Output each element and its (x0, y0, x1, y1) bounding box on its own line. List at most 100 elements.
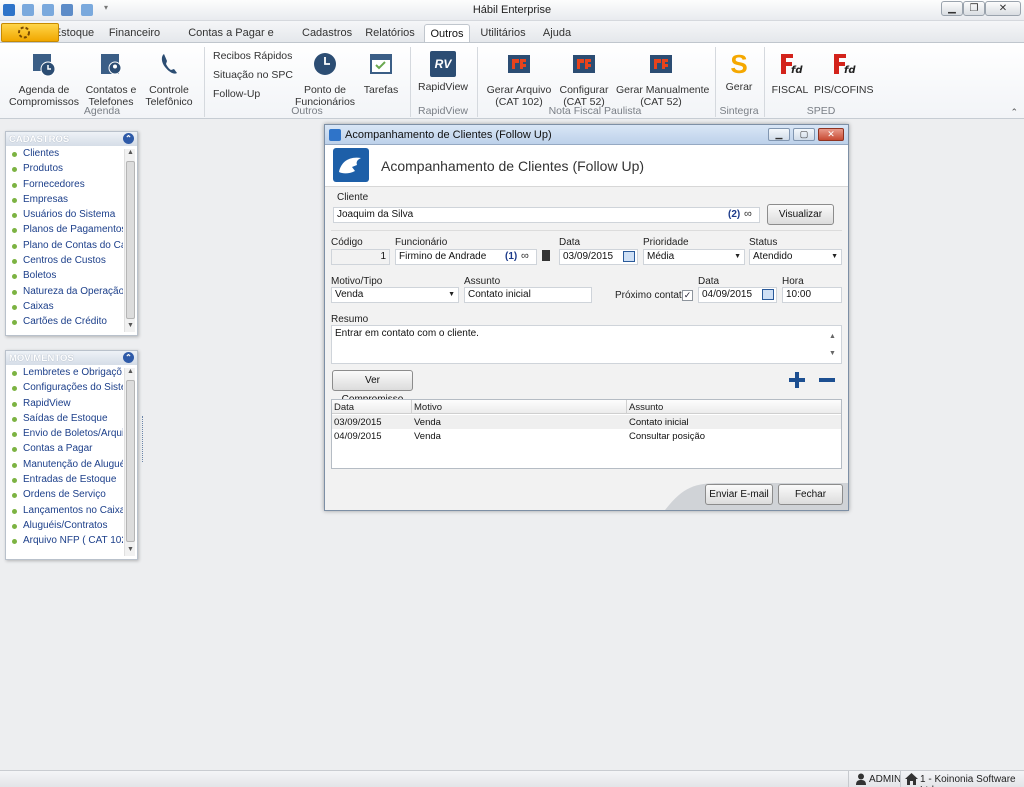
calendar-icon[interactable] (623, 251, 635, 262)
application-menu-button[interactable] (1, 23, 59, 42)
nfp-config-icon (573, 55, 595, 73)
minimize-button[interactable]: ▁ (941, 1, 963, 16)
grid-col-motivo[interactable]: Motivo (414, 402, 442, 413)
agenda-compromissos-button[interactable]: Agenda de Compromissos (8, 51, 80, 108)
gerar-arquivo-cat102-button[interactable]: Gerar Arquivo (CAT 102) (484, 51, 554, 108)
recibos-rapidos-button[interactable]: Recibos Rápidos (213, 50, 292, 62)
prioridade-select[interactable]: Média (643, 249, 745, 265)
configurar-cat52-button[interactable]: Configurar (CAT 52) (556, 51, 612, 108)
situacao-spc-button[interactable]: Situação no SPC (213, 69, 293, 81)
contatos-telefones-button[interactable]: Contatos e Telefones (84, 51, 138, 108)
follow-up-button[interactable]: Follow-Up (213, 88, 260, 100)
cadastros-item-clientes[interactable]: Clientes (6, 147, 123, 162)
table-row[interactable]: 04/09/2015 Venda Consultar posição (332, 429, 841, 443)
cadastros-item-plano-contas[interactable]: Plano de Contas do Ca... (6, 239, 123, 254)
movimentos-item-saidas-estoque[interactable]: Saídas de Estoque (6, 412, 123, 427)
grid-col-assunto[interactable]: Assunto (629, 402, 663, 413)
status-select[interactable]: Atendido (749, 249, 842, 265)
status-user: ADMIN (869, 774, 902, 785)
collapse-up-icon[interactable]: ⌃ (123, 133, 134, 144)
maximize-button[interactable]: ❐ (963, 1, 985, 16)
table-row[interactable]: 03/09/2015 Venda Contato inicial (332, 415, 841, 429)
cadastros-scrollbar[interactable]: ▲ ▼ (124, 149, 135, 332)
sintegra-icon: S (730, 49, 748, 79)
resumo-scrollbar[interactable]: ▲ ▼ (829, 328, 836, 362)
cadastros-item-natureza-operacao[interactable]: Natureza da Operação (6, 285, 123, 300)
movimentos-item-lembretes[interactable]: Lembretes e Obrigaçõ... (6, 366, 123, 381)
codigo-input[interactable]: 1 (331, 249, 390, 265)
scroll-down-icon[interactable]: ▼ (125, 546, 136, 556)
cadastros-item-caixas[interactable]: Caixas (6, 300, 123, 315)
calendar-icon[interactable] (762, 289, 774, 300)
movimentos-item-rapidview[interactable]: RapidView (6, 397, 123, 412)
sped-fiscal-button[interactable]: fd FISCAL (770, 51, 810, 96)
motivo-select[interactable]: Venda (331, 287, 459, 303)
scroll-up-icon[interactable]: ▲ (125, 368, 136, 378)
ver-compromisso-button[interactable]: Ver Compromisso (332, 370, 413, 405)
tab-outros[interactable]: Outros (424, 24, 470, 43)
visualizar-button[interactable]: Visualizar (767, 204, 834, 225)
cliente-input[interactable]: Joaquim da Silva (333, 207, 760, 223)
proximo-contato-checkbox[interactable]: ✓ (682, 290, 693, 301)
ribbon-collapse-icon[interactable]: ⌃ (1010, 107, 1018, 118)
controle-telefonico-button[interactable]: Controle Telefônico (142, 51, 196, 108)
scroll-thumb[interactable] (126, 380, 135, 542)
dialog-close-button[interactable]: ✕ (818, 128, 844, 141)
ponto-funcionarios-button[interactable]: Ponto de Funcionários (294, 51, 356, 108)
binoculars-icon[interactable]: ∞ (744, 208, 752, 220)
scroll-down-icon[interactable]: ▼ (125, 322, 136, 332)
assunto-input[interactable]: Contato inicial (464, 287, 592, 303)
cadastros-item-empresas[interactable]: Empresas (6, 193, 123, 208)
tab-contas-a-pagar-e-receber[interactable]: Contas a Pagar e Receber (175, 24, 287, 57)
movimentos-item-ordens-servico[interactable]: Ordens de Serviço (6, 488, 123, 503)
sped-pis-cofins-button[interactable]: fd PIS/COFINS (814, 51, 874, 96)
collapse-up-icon[interactable]: ⌃ (123, 352, 134, 363)
tab-ajuda[interactable]: Ajuda (541, 24, 573, 43)
close-window-button[interactable]: ✕ (985, 1, 1021, 16)
sintegra-gerar-button[interactable]: S Gerar (720, 51, 758, 93)
cadastros-item-produtos[interactable]: Produtos (6, 162, 123, 177)
movimentos-item-alugueis-contratos[interactable]: Aluguéis/Contratos (6, 519, 123, 534)
sped-fiscal-label: FISCAL (771, 84, 809, 96)
ribbon-separator (764, 47, 765, 117)
cadastros-item-boletos[interactable]: Boletos (6, 269, 123, 284)
cadastros-item-planos-pagamentos[interactable]: Planos de Pagamentos (6, 223, 123, 238)
dialog-minimize-button[interactable]: ▁ (768, 128, 790, 141)
movimentos-scrollbar[interactable]: ▲ ▼ (124, 368, 135, 556)
splitter-handle[interactable] (142, 416, 147, 462)
scroll-up-icon[interactable]: ▲ (125, 149, 136, 159)
group-nfp-label: Nota Fiscal Paulista (548, 105, 642, 117)
cadastros-item-fornecedores[interactable]: Fornecedores (6, 178, 123, 193)
add-plus-icon[interactable] (787, 370, 807, 390)
group-sintegra-label: Sintegra (719, 105, 759, 117)
movimentos-item-configuracoes[interactable]: Configurações do Siste... (6, 381, 123, 396)
tab-financeiro[interactable]: Financeiro (107, 24, 162, 43)
movimentos-item-contas-pagar[interactable]: Contas a Pagar (6, 442, 123, 457)
cadastros-item-centros-custos[interactable]: Centros de Custos (6, 254, 123, 269)
resumo-textarea[interactable]: Entrar em contato com o cliente. (331, 325, 842, 364)
cadastros-item-cartoes-credito[interactable]: Cartões de Crédito (6, 315, 123, 330)
movimentos-item-arquivo-nfp[interactable]: Arquivo NFP ( CAT 102... (6, 534, 123, 549)
sped-fiscal-icon: fd (781, 54, 803, 76)
scroll-thumb[interactable] (126, 161, 135, 319)
tab-cadastros[interactable]: Cadastros (302, 24, 352, 43)
grid-col-data[interactable]: Data (334, 402, 354, 413)
movimentos-item-lancamentos-caixa[interactable]: Lançamentos no Caixa (6, 504, 123, 519)
remove-minus-icon[interactable] (817, 370, 837, 390)
cadastros-item-usuarios[interactable]: Usuários do Sistema (6, 208, 123, 223)
enviar-email-button[interactable]: Enviar E-mail (705, 484, 773, 505)
group-sped-label: SPED (806, 105, 836, 117)
tab-relatorios[interactable]: Relatórios (365, 24, 415, 43)
hora-input[interactable]: 10:00 (782, 287, 842, 303)
binoculars-icon[interactable]: ∞ (521, 250, 529, 262)
movimentos-item-envio-boletos[interactable]: Envio de Boletos/Arqui... (6, 427, 123, 442)
rapidview-button[interactable]: RV RapidView (416, 51, 470, 93)
tarefas-button[interactable]: Tarefas (361, 51, 401, 96)
movimentos-item-manutencao-alugueis[interactable]: Manutenção de Aluguéi... (6, 458, 123, 473)
document-icon[interactable] (542, 250, 550, 261)
movimentos-item-entradas-estoque[interactable]: Entradas de Estoque (6, 473, 123, 488)
fechar-button[interactable]: Fechar (778, 484, 843, 505)
dialog-maximize-button[interactable]: ▢ (793, 128, 815, 141)
tab-utilitarios[interactable]: Utilitários (480, 24, 526, 43)
gerar-manualmente-button[interactable]: Gerar Manualmente (CAT 52) (616, 51, 709, 108)
